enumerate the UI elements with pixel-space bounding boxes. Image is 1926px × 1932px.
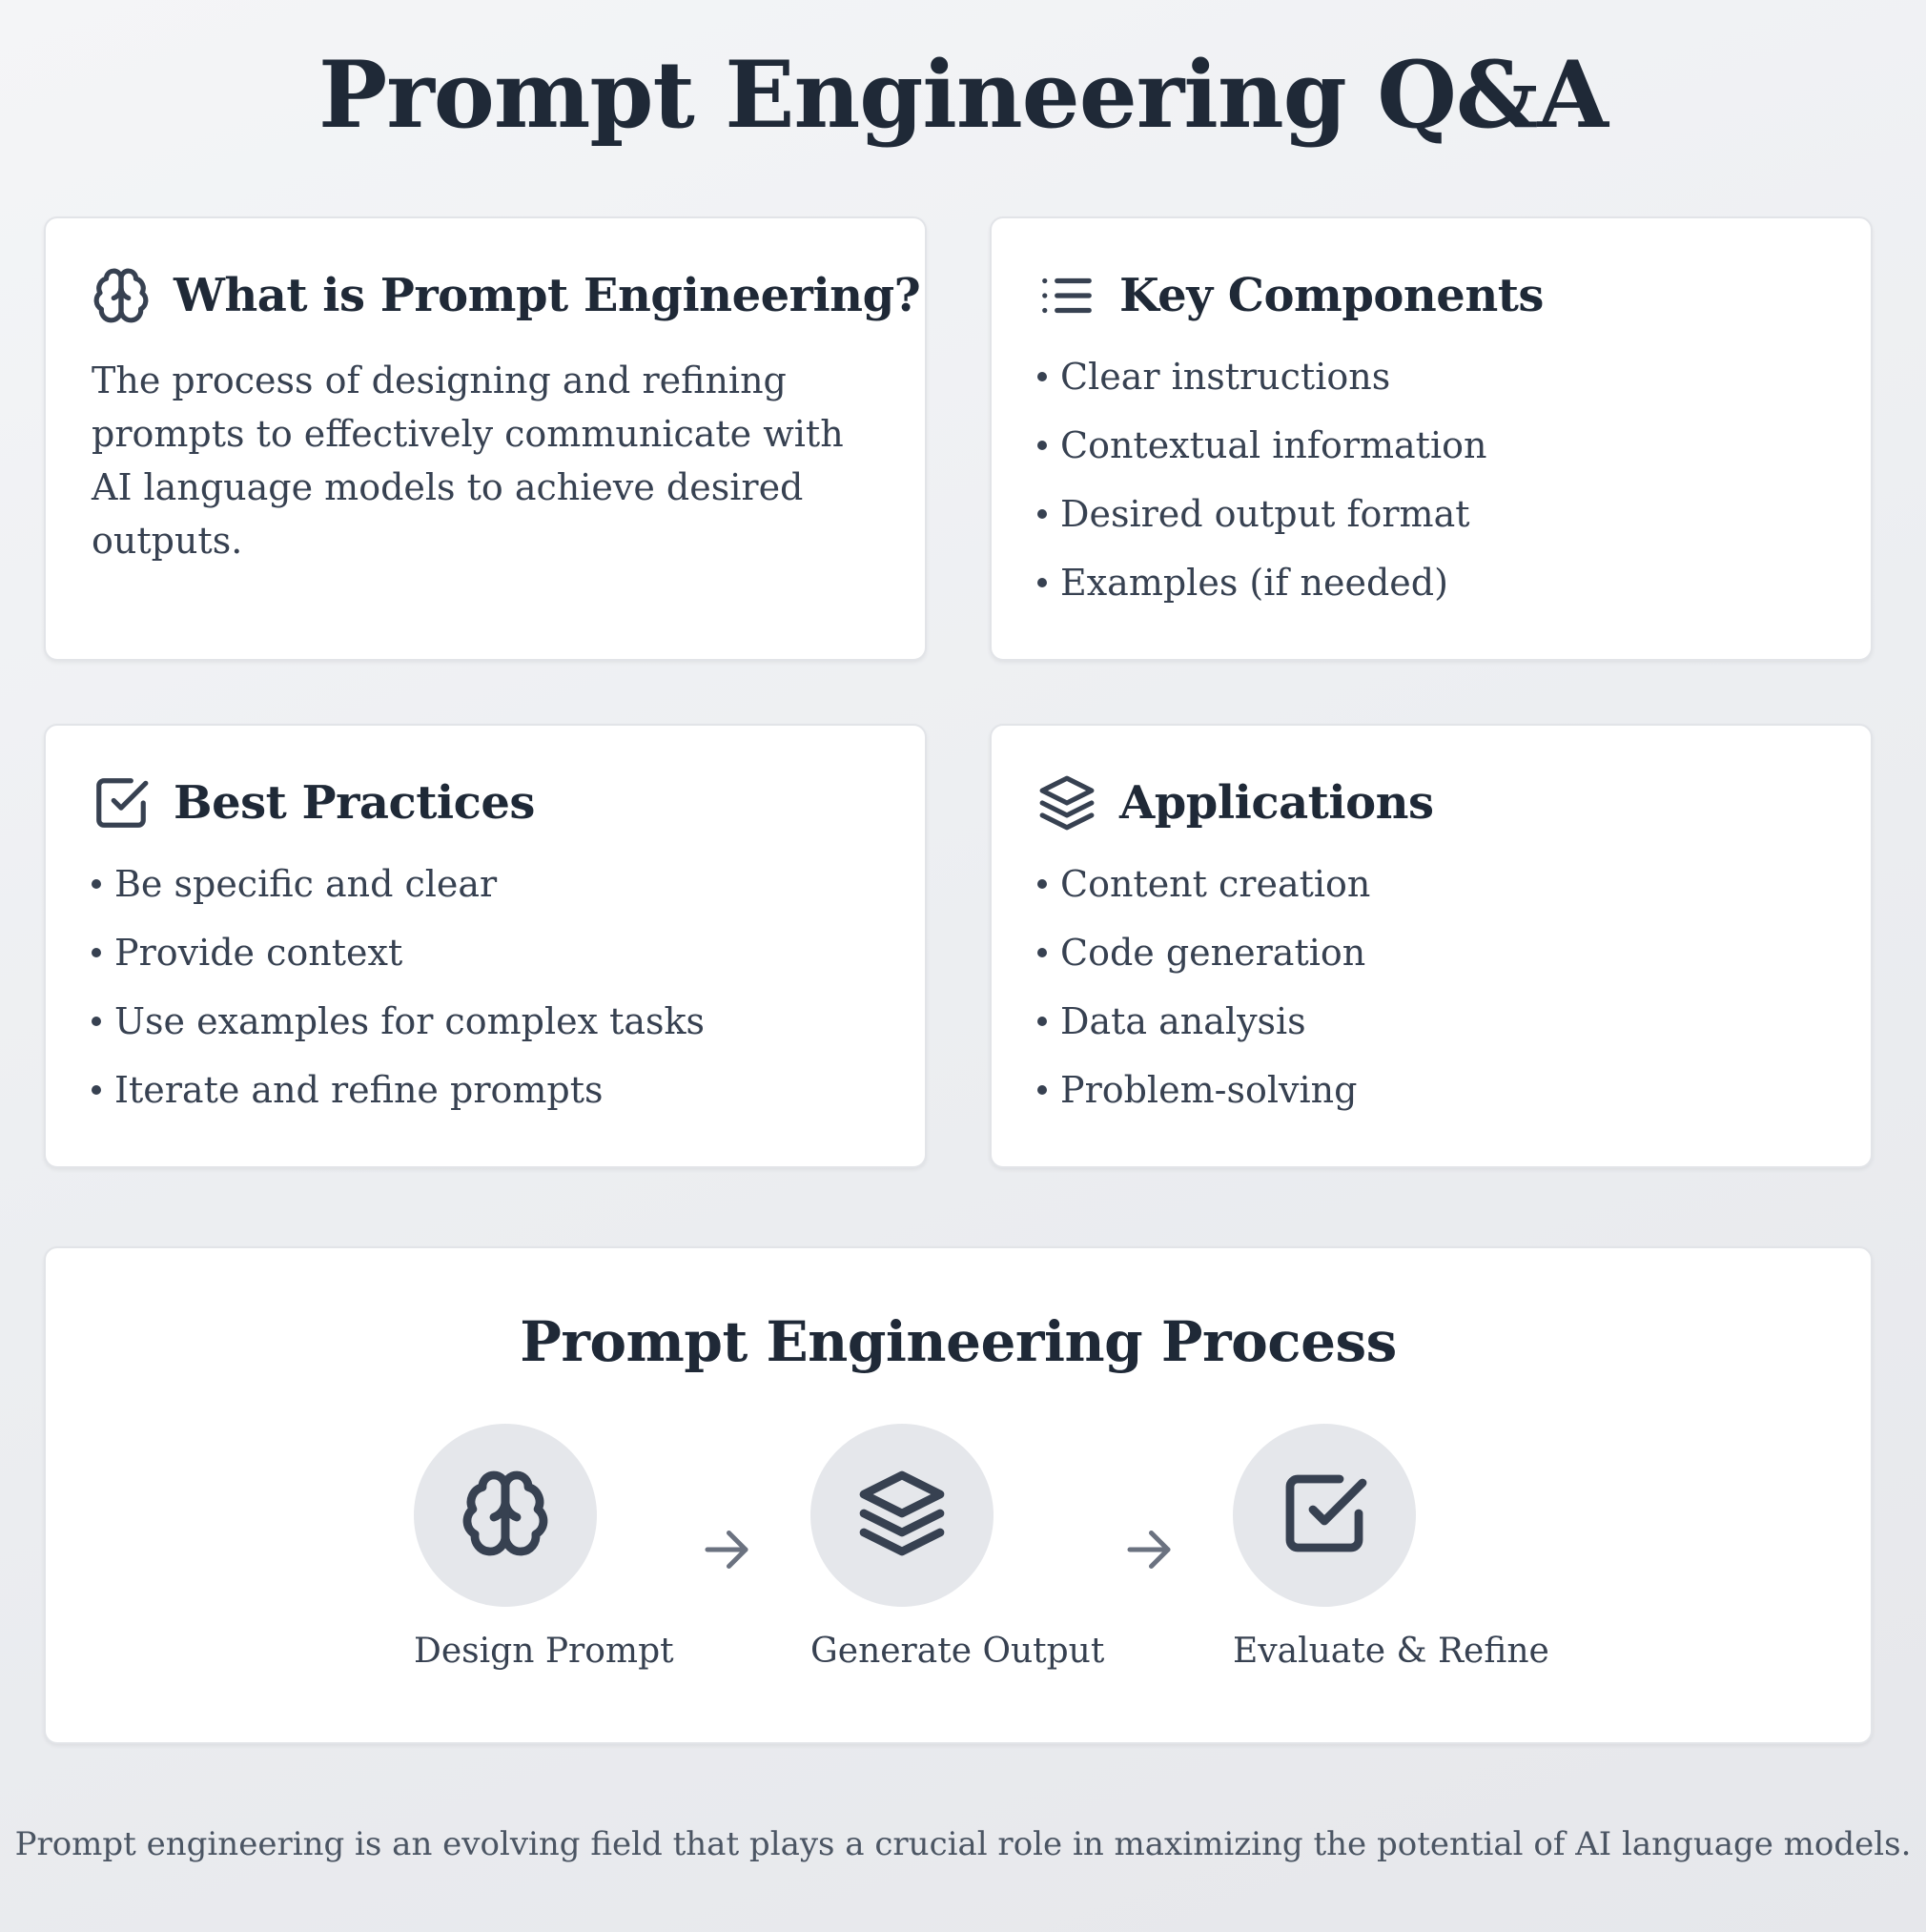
card-title: What is Prompt Engineering? — [174, 269, 921, 322]
bullet-icon — [1037, 440, 1047, 450]
applications-list: Content creation Code generation Data an… — [1037, 850, 1825, 1124]
card-header: Applications — [1037, 773, 1434, 832]
bullet-icon — [92, 1084, 101, 1095]
card-title: Best Practices — [174, 776, 535, 830]
bullet-icon — [1037, 371, 1047, 381]
card-header: Key Components — [1037, 266, 1544, 325]
card-header: What is Prompt Engineering? — [92, 266, 921, 325]
step-label: Generate Output — [810, 1632, 1105, 1671]
list-item: Iterate and refine prompts — [92, 1056, 879, 1124]
card-applications: Applications Content creation Code gener… — [990, 724, 1873, 1168]
process-step-evaluate-refine: Evaluate & Refine — [1233, 1424, 1549, 1671]
card-best-practices: Best Practices Be specific and clear Pro… — [44, 724, 927, 1168]
list-item: Content creation — [1037, 850, 1825, 918]
bullet-icon — [92, 1016, 101, 1026]
card-process: Prompt Engineering Process Design Prompt — [44, 1246, 1873, 1744]
list-item: Code generation — [1037, 918, 1825, 987]
list-item: Problem-solving — [1037, 1056, 1825, 1124]
layers-icon — [856, 1468, 948, 1563]
bullet-icon — [1037, 947, 1047, 957]
step-label: Design Prompt — [414, 1632, 674, 1671]
layers-icon — [1037, 773, 1096, 832]
arrow-right-icon — [698, 1521, 755, 1578]
process-step-design-prompt: Design Prompt — [414, 1424, 719, 1671]
step-circle — [1233, 1424, 1416, 1607]
list-item: Use examples for complex tasks — [92, 987, 879, 1056]
list-icon — [1037, 266, 1096, 325]
process-title: Prompt Engineering Process — [520, 1309, 1397, 1374]
bullet-icon — [92, 878, 101, 889]
card-what-is-prompt-engineering: What is Prompt Engineering? The process … — [44, 216, 927, 661]
arrow-right-icon — [1120, 1521, 1178, 1578]
list-item: Contextual information — [1037, 411, 1825, 480]
list-item: Provide context — [92, 918, 879, 987]
bullet-icon — [1037, 508, 1047, 519]
list-item: Data analysis — [1037, 987, 1825, 1056]
check-square-icon — [1279, 1468, 1370, 1563]
list-item: Be specific and clear — [92, 850, 879, 918]
list-item: Clear instructions — [1037, 342, 1825, 411]
best-practices-list: Be specific and clear Provide context Us… — [92, 850, 879, 1124]
footer-note: Prompt engineering is an evolving field … — [14, 1825, 1912, 1863]
brain-icon — [92, 266, 151, 325]
step-circle — [810, 1424, 994, 1607]
bullet-icon — [92, 947, 101, 957]
bullet-icon — [1037, 878, 1047, 889]
card-title: Key Components — [1119, 269, 1544, 322]
step-label: Evaluate & Refine — [1233, 1632, 1549, 1671]
brain-icon — [460, 1468, 551, 1563]
card-header: Best Practices — [92, 773, 535, 832]
check-square-icon — [92, 773, 151, 832]
list-item: Examples (if needed) — [1037, 548, 1825, 617]
process-step-generate-output: Generate Output — [810, 1424, 1116, 1671]
page-title: Prompt Engineering Q&A — [318, 41, 1608, 149]
key-components-list: Clear instructions Contextual informatio… — [1037, 342, 1825, 617]
card-title: Applications — [1119, 776, 1434, 830]
step-circle — [414, 1424, 597, 1607]
list-item: Desired output format — [1037, 480, 1825, 548]
card-description: The process of designing and refining pr… — [92, 360, 844, 562]
bullet-icon — [1037, 1084, 1047, 1095]
card-key-components: Key Components Clear instructions Contex… — [990, 216, 1873, 661]
bullet-icon — [1037, 1016, 1047, 1026]
bullet-icon — [1037, 577, 1047, 587]
